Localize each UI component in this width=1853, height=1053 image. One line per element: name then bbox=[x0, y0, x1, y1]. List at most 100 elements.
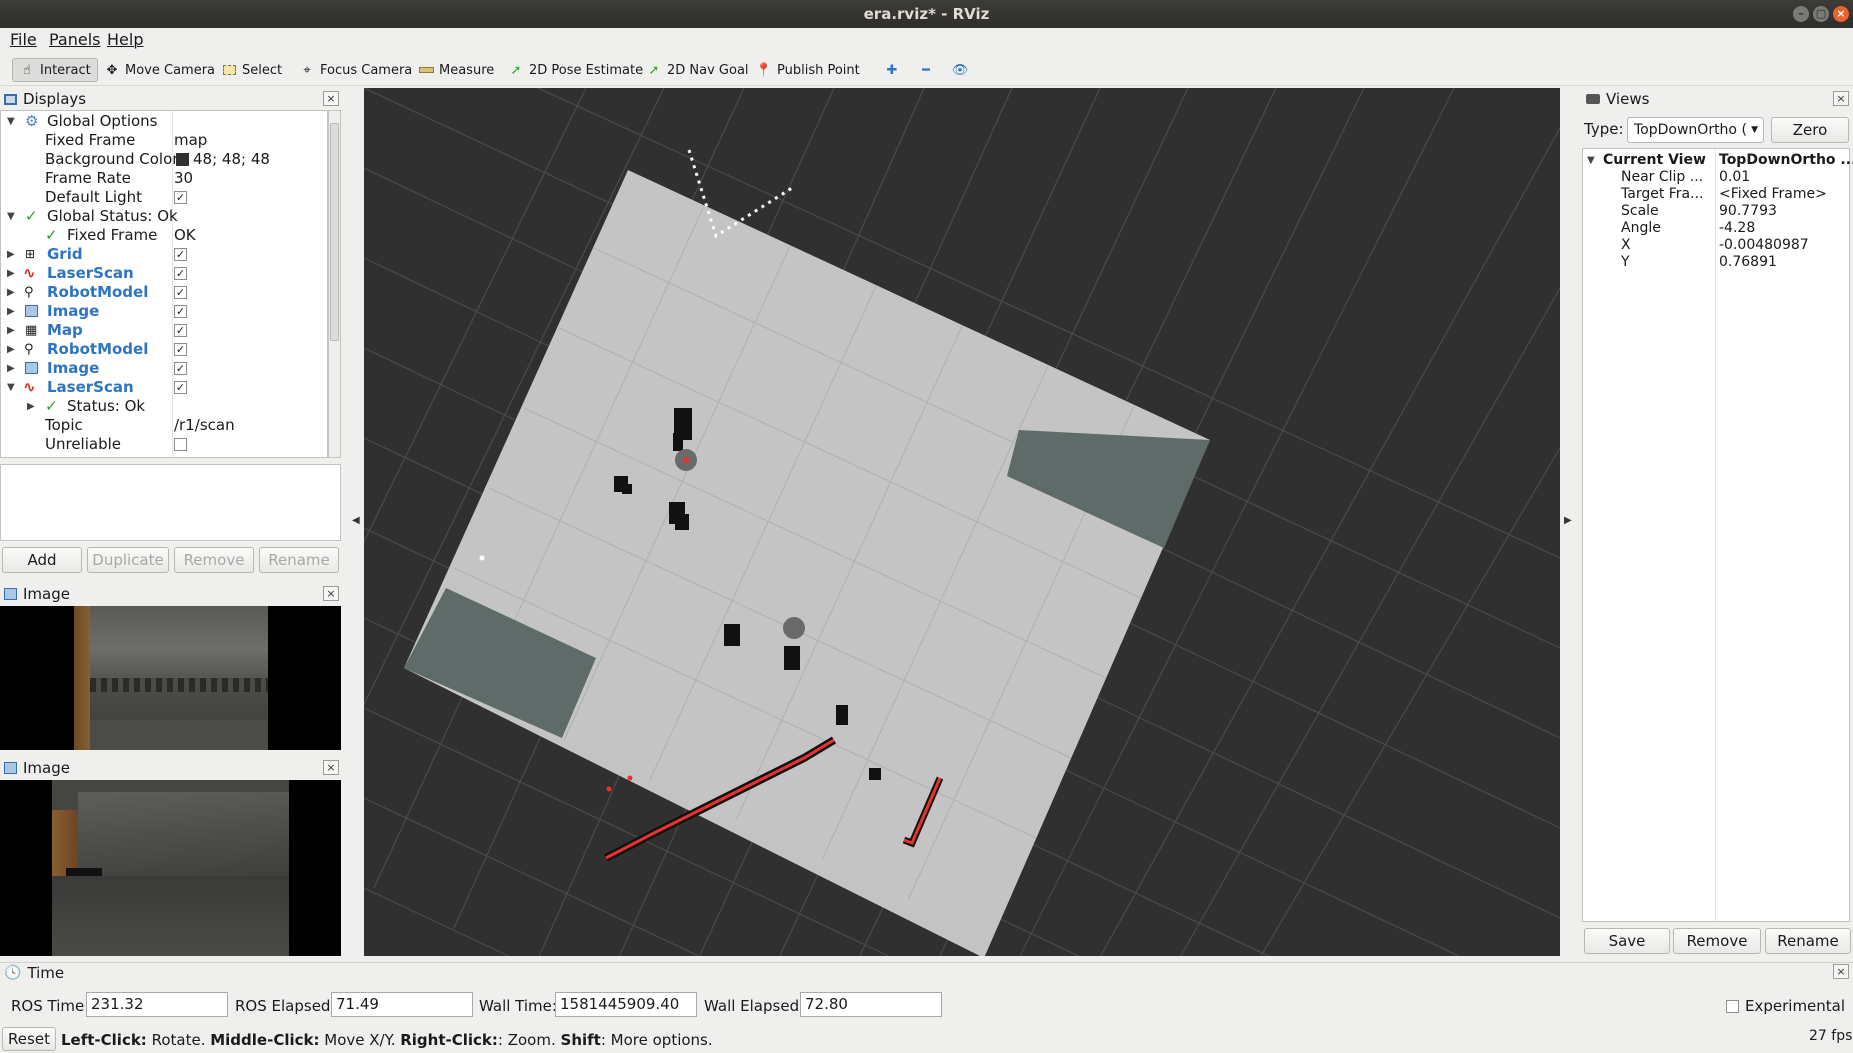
view-row-value[interactable]: <Fixed Frame> bbox=[1719, 186, 1827, 203]
close-image-panel-1-icon[interactable]: × bbox=[323, 586, 339, 601]
hint-left-click: Left-Click: bbox=[61, 1031, 147, 1049]
expand-arrow-icon[interactable]: ▼ bbox=[7, 378, 15, 397]
add-display-button[interactable]: Add bbox=[2, 547, 82, 573]
tree-row-robotmodel[interactable]: ▶ ⚲ RobotModel ✓ bbox=[1, 283, 321, 302]
tree-row-value[interactable]: /r1/scan bbox=[174, 416, 235, 435]
render-viewport[interactable] bbox=[364, 88, 1560, 956]
menu-panels[interactable]: Panels bbox=[49, 30, 101, 49]
collapse-arrow-icon[interactable]: ▶ bbox=[7, 340, 15, 359]
save-view-button[interactable]: Save bbox=[1584, 928, 1670, 954]
right-collapse-icon[interactable]: ▶ bbox=[1564, 515, 1572, 526]
view-row-value[interactable]: 0.01 bbox=[1719, 169, 1750, 186]
menu-file[interactable]: File bbox=[10, 30, 37, 49]
left-collapse-icon[interactable]: ◀ bbox=[352, 515, 360, 526]
zero-button[interactable]: Zero bbox=[1771, 117, 1849, 143]
expand-arrow-icon[interactable]: ▼ bbox=[1587, 152, 1595, 169]
tree-row-laserscan-expanded[interactable]: ▼ ∿ LaserScan ✓ bbox=[1, 378, 321, 397]
view-row-value[interactable]: 90.7793 bbox=[1719, 203, 1777, 220]
tree-row-value[interactable]: 48; 48; 48 bbox=[174, 150, 270, 169]
tree-row-map[interactable]: ▶ ▦ Map ✓ bbox=[1, 321, 321, 340]
checkbox[interactable]: ✓ bbox=[174, 267, 187, 280]
checkbox[interactable]: ✓ bbox=[174, 343, 187, 356]
ros-elapsed-field[interactable]: 71.49 bbox=[331, 992, 473, 1017]
interact-tool-button[interactable]: ☝ Interact bbox=[12, 58, 98, 82]
checkbox[interactable] bbox=[174, 438, 187, 451]
tree-row-status-ok[interactable]: ▶ ✓ Status: Ok bbox=[1, 397, 321, 416]
scrollbar-thumb[interactable] bbox=[330, 123, 339, 341]
remove-tool-button[interactable]: ━ bbox=[912, 58, 940, 82]
tree-row-grid[interactable]: ▶ ⊞ Grid ✓ bbox=[1, 245, 321, 264]
tool-properties-button[interactable]: 👁 bbox=[946, 58, 974, 82]
view-row-current-view[interactable]: ▼ Current View TopDownOrtho ... bbox=[1583, 152, 1853, 169]
tree-row-image[interactable]: ▶ Image ✓ bbox=[1, 359, 321, 378]
experimental-checkbox[interactable] bbox=[1726, 1000, 1739, 1013]
tree-row-default-light[interactable]: Default Light ✓ bbox=[1, 188, 321, 207]
remove-view-button[interactable]: Remove bbox=[1673, 928, 1761, 954]
checkbox[interactable]: ✓ bbox=[174, 324, 187, 337]
close-views-icon[interactable]: × bbox=[1833, 91, 1849, 106]
wall-time-field[interactable]: 1581445909.40 bbox=[555, 992, 697, 1017]
rename-display-button[interactable]: Rename bbox=[259, 547, 339, 573]
collapse-arrow-icon[interactable]: ▶ bbox=[7, 264, 15, 283]
tree-row-value[interactable]: 30 bbox=[174, 169, 193, 188]
maximize-icon[interactable]: ▢ bbox=[1813, 6, 1829, 22]
publish-point-tool-button[interactable]: 📍 Publish Point bbox=[750, 58, 866, 82]
collapse-arrow-icon[interactable]: ▶ bbox=[7, 245, 15, 264]
tree-row-background-color[interactable]: Background Color 48; 48; 48 bbox=[1, 150, 321, 169]
view-row-near-clip[interactable]: Near Clip ... 0.01 bbox=[1583, 169, 1849, 186]
view-row-scale[interactable]: Scale 90.7793 bbox=[1583, 203, 1849, 220]
checkbox[interactable]: ✓ bbox=[174, 381, 187, 394]
tree-row-topic[interactable]: Topic /r1/scan bbox=[1, 416, 321, 435]
view-row-x[interactable]: X -0.00480987 bbox=[1583, 237, 1849, 254]
collapse-arrow-icon[interactable]: ▶ bbox=[7, 283, 15, 302]
tree-row-robotmodel[interactable]: ▶ ⚲ RobotModel ✓ bbox=[1, 340, 321, 359]
collapse-arrow-icon[interactable]: ▶ bbox=[7, 321, 15, 340]
tree-row-global-options[interactable]: ▼ ⚙ Global Options bbox=[1, 112, 321, 131]
tree-row-fixed-frame-status[interactable]: ✓ Fixed Frame OK bbox=[1, 226, 321, 245]
select-tool-button[interactable]: Select bbox=[215, 58, 288, 82]
nav-goal-tool-button[interactable]: ➚ 2D Nav Goal bbox=[640, 58, 755, 82]
tree-row-image[interactable]: ▶ Image ✓ bbox=[1, 302, 321, 321]
expand-arrow-icon[interactable]: ▼ bbox=[7, 112, 15, 131]
wall-elapsed-field[interactable]: 72.80 bbox=[800, 992, 942, 1017]
collapse-arrow-icon[interactable]: ▶ bbox=[27, 397, 35, 416]
tree-row-laserscan[interactable]: ▶ ∿ LaserScan ✓ bbox=[1, 264, 321, 283]
checkbox[interactable]: ✓ bbox=[174, 362, 187, 375]
reset-button[interactable]: Reset bbox=[2, 1027, 56, 1051]
tree-row-unreliable[interactable]: Unreliable bbox=[1, 435, 321, 454]
collapse-arrow-icon[interactable]: ▶ bbox=[7, 302, 15, 321]
tree-row-fixed-frame[interactable]: Fixed Frame map bbox=[1, 131, 321, 150]
checkbox[interactable]: ✓ bbox=[174, 305, 187, 318]
collapse-arrow-icon[interactable]: ▶ bbox=[7, 359, 15, 378]
checkbox[interactable]: ✓ bbox=[174, 248, 187, 261]
ros-time-field[interactable]: 231.32 bbox=[86, 992, 228, 1017]
checkbox[interactable]: ✓ bbox=[174, 191, 187, 204]
view-row-value[interactable]: -4.28 bbox=[1719, 220, 1755, 237]
view-row-y[interactable]: Y 0.76891 bbox=[1583, 254, 1849, 271]
close-time-icon[interactable]: × bbox=[1833, 964, 1849, 979]
pose-estimate-tool-button[interactable]: ➚ 2D Pose Estimate bbox=[502, 58, 649, 82]
move-camera-tool-button[interactable]: ✥ Move Camera bbox=[98, 58, 221, 82]
menu-help[interactable]: Help bbox=[107, 30, 143, 49]
focus-camera-tool-button[interactable]: ⌖ Focus Camera bbox=[293, 58, 418, 82]
tree-row-global-status[interactable]: ▼ ✓ Global Status: Ok bbox=[1, 207, 321, 226]
duplicate-display-button[interactable]: Duplicate bbox=[87, 547, 169, 573]
measure-tool-button[interactable]: Measure bbox=[412, 58, 500, 82]
close-window-icon[interactable]: × bbox=[1833, 6, 1849, 22]
rename-view-button[interactable]: Rename bbox=[1765, 928, 1851, 954]
displays-scrollbar[interactable] bbox=[328, 110, 341, 458]
view-row-value[interactable]: -0.00480987 bbox=[1719, 237, 1809, 254]
remove-display-button[interactable]: Remove bbox=[174, 547, 254, 573]
expand-arrow-icon[interactable]: ▼ bbox=[7, 207, 15, 226]
close-image-panel-2-icon[interactable]: × bbox=[323, 760, 339, 775]
view-row-target-frame[interactable]: Target Fra... <Fixed Frame> bbox=[1583, 186, 1849, 203]
view-row-value[interactable]: 0.76891 bbox=[1719, 254, 1777, 271]
add-tool-button[interactable]: ✚ bbox=[878, 58, 906, 82]
view-row-angle[interactable]: Angle -4.28 bbox=[1583, 220, 1849, 237]
checkbox[interactable]: ✓ bbox=[174, 286, 187, 299]
view-type-select[interactable]: TopDownOrtho ( ▼ bbox=[1627, 117, 1764, 143]
minimize-icon[interactable]: – bbox=[1793, 6, 1809, 22]
tree-row-value[interactable]: map bbox=[174, 131, 207, 150]
tree-row-frame-rate[interactable]: Frame Rate 30 bbox=[1, 169, 321, 188]
close-displays-icon[interactable]: × bbox=[323, 91, 339, 106]
